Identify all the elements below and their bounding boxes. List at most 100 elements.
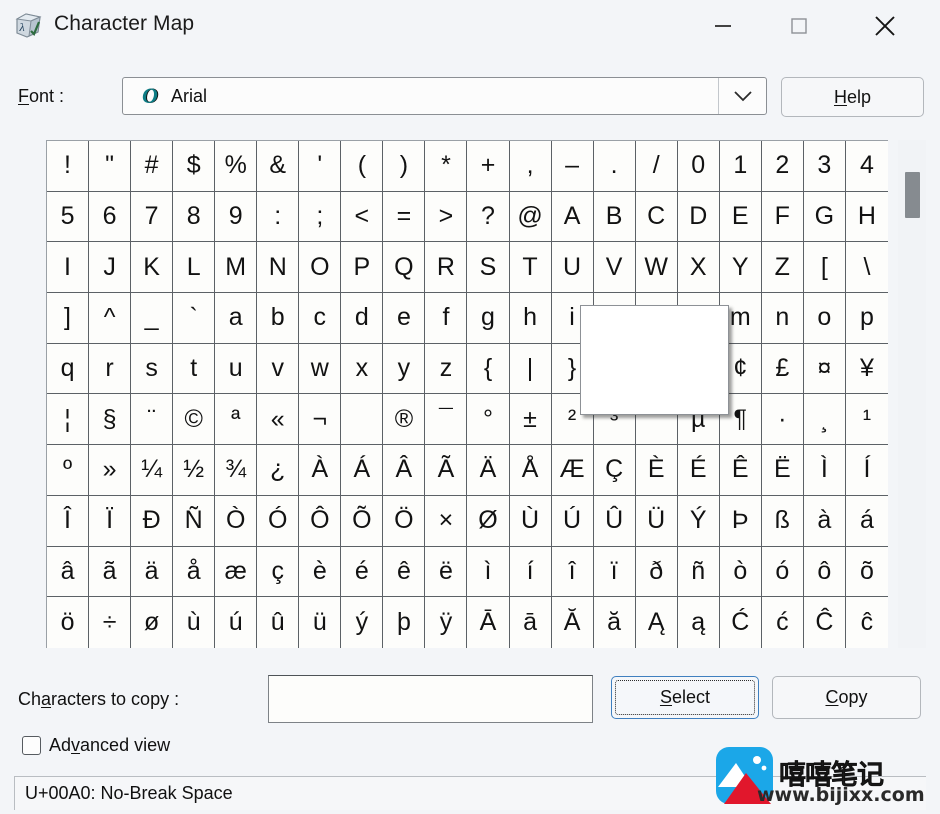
character-cell[interactable]: | [509, 343, 552, 395]
character-cell[interactable]: Â [383, 445, 426, 496]
character-cell[interactable]: ; [299, 191, 342, 243]
character-cell[interactable]: 1 [719, 141, 762, 192]
character-cell[interactable]: Ã [425, 445, 468, 496]
character-cell[interactable]: Á [341, 445, 384, 496]
character-cell[interactable]: æ [215, 546, 258, 598]
character-cell[interactable]: v [257, 343, 300, 395]
character-cell[interactable]: ë [425, 546, 468, 598]
character-cell[interactable]: ? [467, 191, 510, 243]
character-cell[interactable]: y [383, 343, 426, 395]
character-cell[interactable]: U [551, 242, 594, 294]
character-cell[interactable]: < [341, 191, 384, 243]
character-cell[interactable]: Ë [761, 445, 804, 496]
character-cell[interactable]: ü [299, 597, 342, 648]
character-cell[interactable]: F [761, 191, 804, 243]
character-cell[interactable]: > [425, 191, 468, 243]
character-cell[interactable]: ] [47, 293, 90, 344]
character-cell[interactable]: 9 [215, 191, 258, 243]
character-cell[interactable]: c [299, 293, 342, 344]
character-cell[interactable]: ÿ [425, 597, 468, 648]
character-cell[interactable]: í [509, 546, 552, 598]
character-cell[interactable]: Ă [551, 597, 594, 648]
character-cell[interactable]: S [467, 242, 510, 294]
character-cell[interactable]: ß [761, 495, 804, 547]
character-cell[interactable]: , [509, 141, 552, 192]
character-cell[interactable]: Ñ [173, 495, 216, 547]
character-cell[interactable]: ã [89, 546, 132, 598]
copy-button[interactable]: Copy [772, 676, 921, 719]
select-button[interactable]: Select [611, 676, 759, 719]
character-cell[interactable]: ĉ [845, 597, 888, 648]
characters-to-copy-field[interactable] [268, 675, 593, 723]
character-cell[interactable]: Y [719, 242, 762, 294]
character-cell[interactable]: B [593, 191, 636, 243]
character-cell[interactable]: ® [383, 394, 426, 446]
character-cell[interactable]: Ï [89, 495, 132, 547]
character-cell[interactable]: ă [593, 597, 636, 648]
font-combobox[interactable]: O Arial [122, 77, 767, 115]
chevron-down-icon[interactable] [718, 78, 766, 114]
character-cell[interactable]: Ý [677, 495, 720, 547]
character-cell[interactable]: ¼ [131, 445, 174, 496]
character-cell[interactable]: ¹ [845, 394, 888, 446]
character-cell[interactable]: N [257, 242, 300, 294]
character-cell[interactable]: O [299, 242, 342, 294]
minimize-button[interactable] [692, 0, 754, 52]
character-cell[interactable]: ¾ [215, 445, 258, 496]
character-cell[interactable]: Ć [719, 597, 762, 648]
character-cell[interactable]: – [551, 141, 594, 192]
character-cell[interactable]: _ [131, 293, 174, 344]
character-cell[interactable]: ­ [341, 394, 384, 446]
character-cell[interactable]: % [215, 141, 258, 192]
character-cell[interactable]: Z [761, 242, 804, 294]
character-cell[interactable]: ¯ [425, 394, 468, 446]
character-cell[interactable]: X [677, 242, 720, 294]
character-cell[interactable]: { [467, 343, 510, 395]
character-cell[interactable]: ï [593, 546, 636, 598]
character-cell[interactable]: Í [845, 445, 888, 496]
character-cell[interactable]: P [341, 242, 384, 294]
character-cell[interactable]: ó [761, 546, 804, 598]
character-cell[interactable]: Q [383, 242, 426, 294]
character-cell[interactable]: g [467, 293, 510, 344]
character-cell[interactable]: ñ [677, 546, 720, 598]
character-cell[interactable]: x [341, 343, 384, 395]
character-grid-panel[interactable]: ! " # $% & '() * +, –./0 1 2 3 4 5 6 7 8 9:; < = >? @ A B C D E F G H… [46, 140, 888, 648]
character-cell[interactable]: E [719, 191, 762, 243]
character-cell[interactable]: Ĉ [803, 597, 846, 648]
character-cell[interactable]: î [551, 546, 594, 598]
character-cell[interactable]: & [257, 141, 300, 192]
character-cell[interactable]: Ä [467, 445, 510, 496]
maximize-button[interactable] [768, 0, 830, 52]
character-cell[interactable]: Ú [551, 495, 594, 547]
character-cell[interactable]: z [425, 343, 468, 395]
character-cell[interactable]: J [89, 242, 132, 294]
character-cell[interactable]: ÷ [89, 597, 132, 648]
character-cell[interactable]: * [425, 141, 468, 192]
character-cell[interactable]: f [425, 293, 468, 344]
character-cell[interactable]: ô [803, 546, 846, 598]
character-cell[interactable]: Ô [299, 495, 342, 547]
character-cell[interactable]: ç [257, 546, 300, 598]
character-cell[interactable]: u [215, 343, 258, 395]
character-cell[interactable]: Þ [719, 495, 762, 547]
character-cell[interactable]: ª [215, 394, 258, 446]
character-cell[interactable]: ( [341, 141, 384, 192]
character-cell[interactable]: Û [593, 495, 636, 547]
character-cell[interactable]: ) [383, 141, 426, 192]
character-cell[interactable]: K [131, 242, 174, 294]
character-cell[interactable]: Ö [383, 495, 426, 547]
character-cell[interactable]: « [257, 394, 300, 446]
character-cell[interactable]: Ì [803, 445, 846, 496]
character-cell[interactable]: à [803, 495, 846, 547]
character-cell[interactable]: ą [677, 597, 720, 648]
character-cell[interactable]: ò [719, 546, 762, 598]
character-cell[interactable]: ± [509, 394, 552, 446]
character-cell[interactable]: . [593, 141, 636, 192]
character-cell[interactable]: W [635, 242, 678, 294]
character-cell[interactable]: ö [47, 597, 90, 648]
character-cell[interactable]: ` [173, 293, 216, 344]
character-cell[interactable]: 7 [131, 191, 174, 243]
character-cell[interactable]: õ [845, 546, 888, 598]
character-cell[interactable]: é [341, 546, 384, 598]
